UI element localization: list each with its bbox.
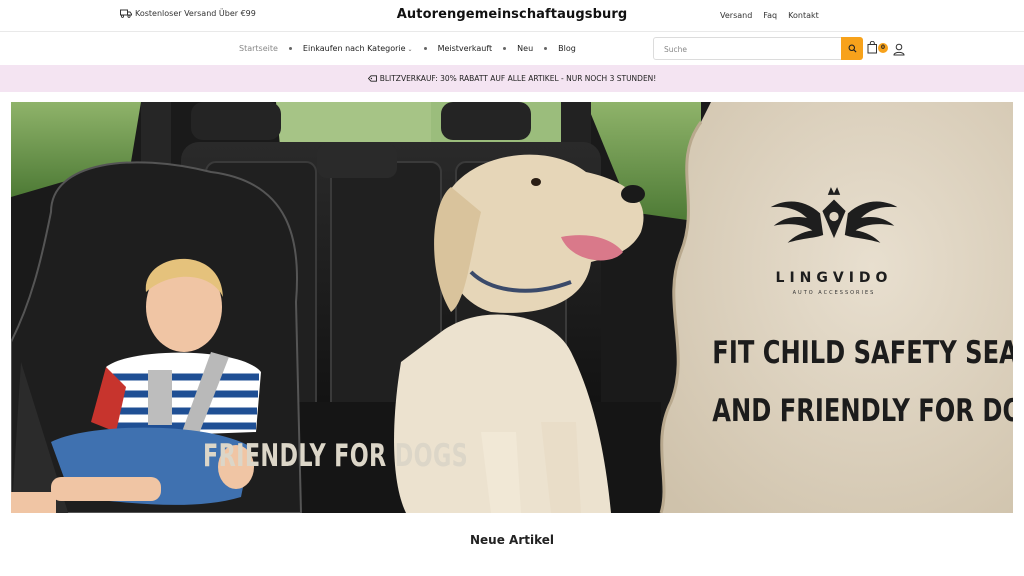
nav-menu: Startseite Einkaufen nach Kategorie ⌄ Mei… [239,44,576,53]
tag-icon [367,75,377,82]
search-input[interactable] [664,43,834,55]
main-nav: Startseite Einkaufen nach Kategorie ⌄ Mei… [0,33,1024,65]
search-button[interactable] [841,37,863,60]
hero-banner[interactable]: LINGVIDO AUTO ACCESSORIES FIT CHILD SAFE… [11,102,1013,513]
brand-tagline: AUTO ACCESSORIES [792,290,876,296]
nav-separator [288,47,292,50]
nav-item-startseite[interactable]: Startseite [239,44,278,53]
link-faq[interactable]: Faq [763,11,777,20]
banner-left-caption: FRIENDLY FOR DOGS [203,438,469,474]
banner-car-interior-image [11,102,1013,513]
nav-item-kategorie[interactable]: Einkaufen nach Kategorie ⌄ [303,44,413,53]
top-bar: Kostenloser Versand Über €99 Autorengeme… [0,0,1024,32]
nav-item-neu[interactable]: Neu [517,44,533,53]
nav-separator [423,47,427,50]
search-icon [848,44,857,53]
chevron-down-icon: ⌄ [407,46,413,53]
shopping-bag-icon [867,41,877,54]
link-versand[interactable]: Versand [720,11,752,20]
user-icon [893,43,905,56]
promo-bar: BLITZVERKAUF: 30% RABATT AUF ALLE ARTIKE… [0,65,1024,92]
search-box [653,37,863,60]
nav-separator [503,47,507,50]
lingvido-logo-icon [770,187,898,243]
nav-item-blog[interactable]: Blog [558,44,576,53]
nav-separator [544,47,548,50]
account-button[interactable] [893,41,905,60]
section-title-new-items: Neue Artikel [469,533,554,547]
brand-name: LINGVIDO [775,270,893,286]
cart-button[interactable]: 0 [867,41,889,57]
banner-headline: FIT CHILD SAFETY SEAT AND FRIENDLY FOR D… [712,324,1013,440]
nav-item-kategorie-label: Einkaufen nach Kategorie [302,44,406,53]
site-logo[interactable]: Autorengemeinschaftaugsburg [0,7,1024,22]
top-links: Versand Faq Kontakt [720,11,819,20]
nav-item-meistverkauft[interactable]: Meistverkauft [438,44,493,53]
link-kontakt[interactable]: Kontakt [788,11,819,20]
headline-line-2: AND FRIENDLY FOR DOGS [712,393,1013,429]
promo-text: BLITZVERKAUF: 30% RABATT AUF ALLE ARTIKE… [379,74,657,83]
headline-line-1: FIT CHILD SAFETY SEAT [712,335,1013,371]
cart-count-badge: 0 [878,43,888,53]
